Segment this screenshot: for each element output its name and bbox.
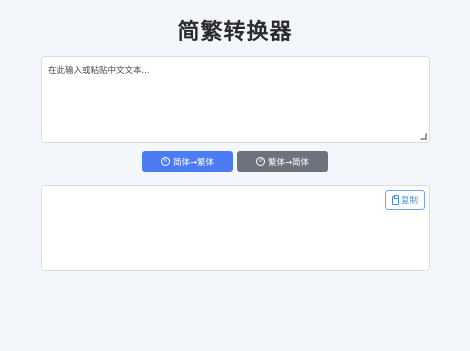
to-simplified-label: 繁体→简体	[267, 157, 310, 168]
to-traditional-label: 简体→繁体	[172, 157, 215, 168]
output-container: 复制	[41, 185, 430, 271]
copy-label: 复制	[400, 196, 418, 206]
to-simplified-button[interactable]: ↺ 繁体→简体	[237, 151, 328, 172]
resize-handle[interactable]	[420, 133, 427, 140]
refresh-icon: ↻	[160, 157, 170, 166]
input-container	[41, 56, 430, 143]
source-text-input[interactable]	[48, 64, 423, 135]
page-title: 简繁转换器	[177, 19, 293, 45]
to-traditional-button[interactable]: ↻ 简体→繁体	[142, 151, 233, 172]
copy-button[interactable]: 复制	[385, 190, 425, 210]
refresh-icon: ↺	[255, 157, 265, 166]
clipboard-icon	[391, 194, 399, 205]
